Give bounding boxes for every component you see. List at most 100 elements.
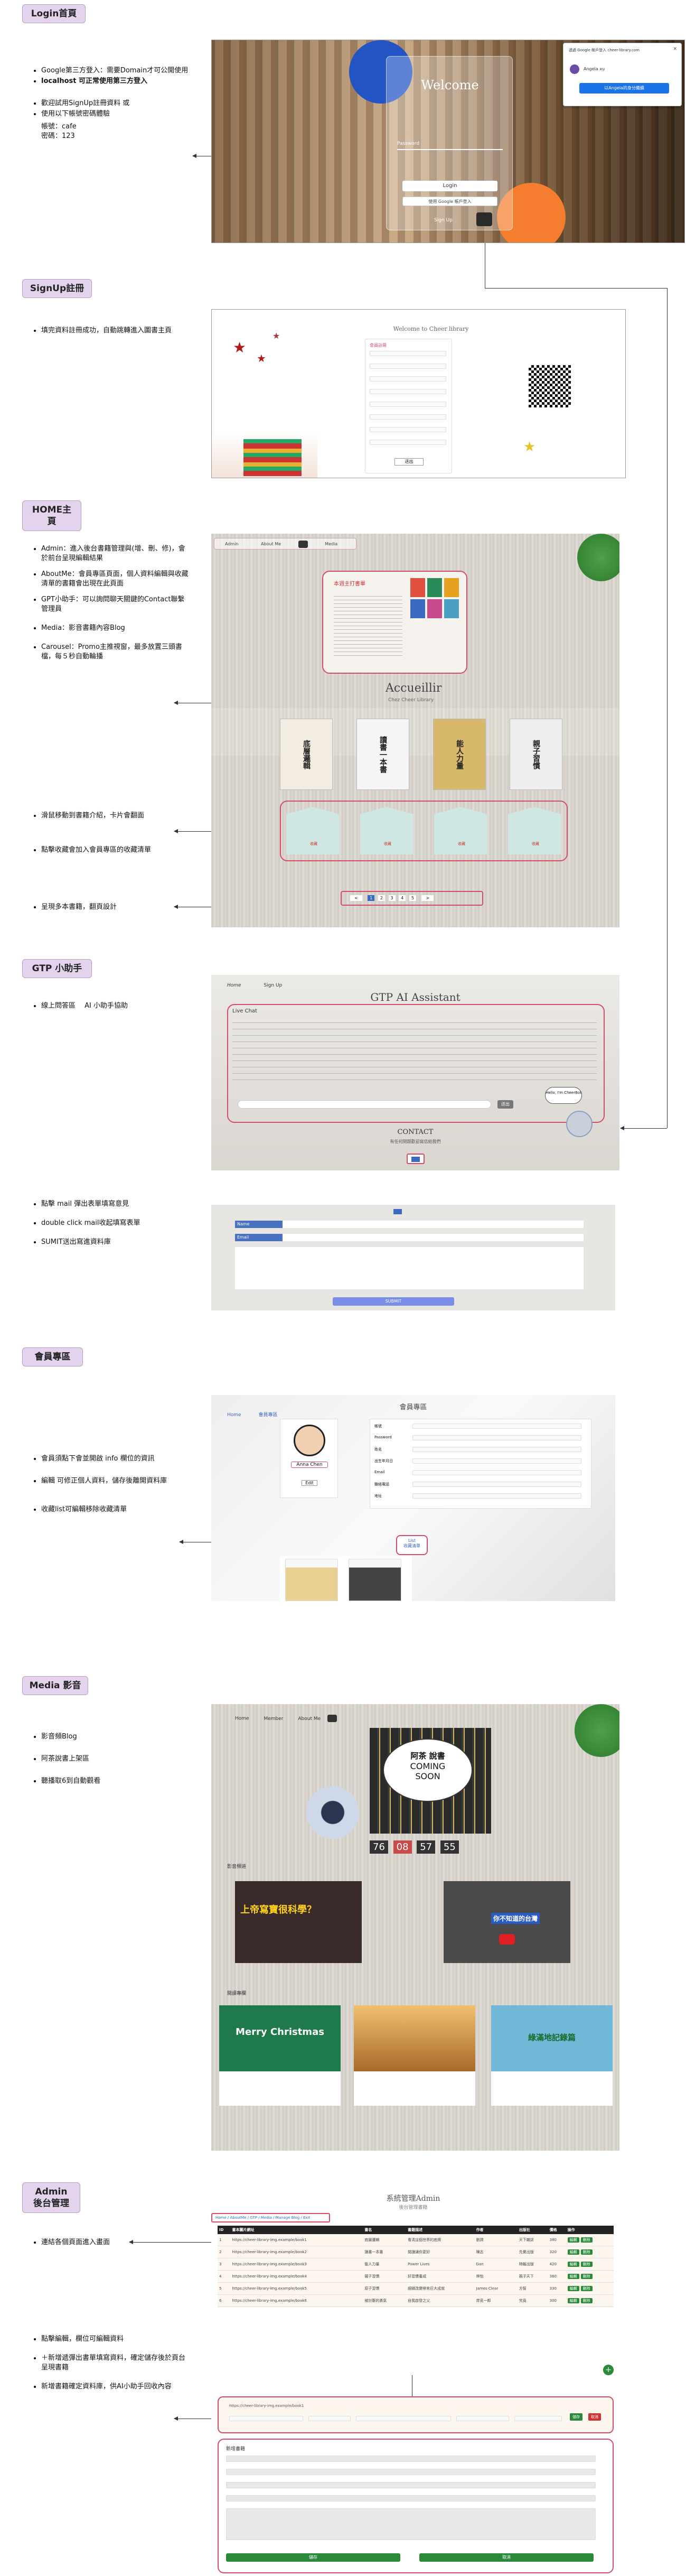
signup-link[interactable]: Sign Up	[434, 218, 453, 223]
chat-input[interactable]	[238, 1100, 491, 1109]
signup-field[interactable]	[370, 389, 446, 394]
signup-field[interactable]	[370, 402, 446, 407]
book-card[interactable]	[508, 807, 561, 854]
close-icon[interactable]: ✕	[673, 47, 677, 52]
breadcrumb-gtp[interactable]: GTP	[250, 2216, 257, 2220]
page-number[interactable]: 3	[388, 895, 396, 901]
name-input[interactable]	[283, 1221, 584, 1228]
send-button[interactable]: 送出	[497, 1100, 513, 1109]
info-field[interactable]	[412, 1493, 581, 1499]
signup-field[interactable]	[370, 364, 446, 369]
info-field[interactable]	[412, 1482, 581, 1487]
blog-card[interactable]: 綠滿地記錄篇	[491, 2005, 613, 2106]
signup-field[interactable]	[370, 351, 446, 356]
blog-card[interactable]: Merry Christmas	[219, 2005, 341, 2106]
book-card[interactable]	[360, 807, 413, 854]
cancel-button[interactable]: 取消	[588, 2413, 601, 2421]
favorite-item[interactable]	[349, 1559, 401, 1601]
delete-button[interactable]: 刪除	[580, 2274, 593, 2279]
form-cancel-button[interactable]: 取消	[419, 2553, 594, 2562]
book-icon[interactable]	[298, 540, 308, 548]
promo-carousel[interactable]: 本週主打書單	[322, 571, 467, 674]
breadcrumb-home[interactable]: Home	[215, 2216, 227, 2220]
info-field[interactable]	[412, 1458, 581, 1464]
signup-field[interactable]	[370, 376, 446, 382]
delete-button[interactable]: 刪除	[580, 2249, 593, 2255]
breadcrumb-aboutme[interactable]: AboutMe	[230, 2216, 246, 2220]
submit-button[interactable]: SUBMIT	[333, 1297, 454, 1306]
nav-about-me[interactable]: About Me	[261, 542, 281, 546]
form-field[interactable]	[226, 2508, 596, 2540]
info-field[interactable]	[412, 1424, 581, 1429]
page-next[interactable]: >	[421, 895, 434, 901]
info-field[interactable]	[412, 1447, 581, 1452]
edit-field[interactable]	[308, 2416, 351, 2421]
breadcrumb-blog[interactable]: Manage Blog	[276, 2216, 300, 2220]
book-icon[interactable]	[327, 1715, 337, 1722]
info-field[interactable]	[412, 1470, 581, 1475]
form-save-button[interactable]: 儲存	[226, 2553, 400, 2562]
nav-signup[interactable]: Sign Up	[264, 983, 282, 988]
login-button[interactable]: Login	[402, 181, 497, 191]
edit-button[interactable]: 編輯	[567, 2298, 579, 2303]
list-button[interactable]: List 收藏清單	[396, 1535, 428, 1555]
edit-button[interactable]: 編輯	[567, 2286, 579, 2291]
book-cover[interactable]: 能人力量	[433, 719, 486, 790]
page-number[interactable]: 4	[399, 895, 406, 901]
delete-button[interactable]: 刪除	[580, 2262, 593, 2267]
signup-field[interactable]	[370, 440, 446, 445]
form-field[interactable]	[226, 2469, 596, 2475]
favorite-button[interactable]: 收藏	[384, 841, 391, 847]
video-card[interactable]: 你不知道的台灣	[444, 1881, 570, 1963]
add-button[interactable]: +	[603, 2365, 614, 2375]
video-card[interactable]: 上帝寫寶很科學？	[235, 1881, 362, 1963]
page-prev[interactable]: <	[350, 895, 362, 901]
edit-button[interactable]: 編輯	[567, 2274, 579, 2279]
nav-home[interactable]: Home	[227, 983, 241, 988]
favorite-button[interactable]: 收藏	[310, 841, 317, 847]
nav-home[interactable]: Home	[227, 1412, 241, 1418]
nav-member[interactable]: 會員專區	[258, 1412, 277, 1418]
google-continue-button[interactable]: 以Angela的身分繼續	[579, 83, 669, 94]
mail-icon[interactable]	[393, 1209, 402, 1214]
edit-button[interactable]: Edit	[302, 1480, 317, 1486]
signup-field[interactable]	[370, 427, 446, 432]
form-field[interactable]	[226, 2456, 596, 2462]
password-field[interactable]	[397, 149, 503, 150]
book-card[interactable]	[286, 807, 339, 854]
page-number[interactable]: 5	[409, 895, 416, 901]
delete-button[interactable]: 刪除	[580, 2237, 593, 2243]
delete-button[interactable]: 刪除	[580, 2298, 593, 2303]
breadcrumb-exit[interactable]: Exit	[303, 2216, 310, 2220]
favorite-item[interactable]	[285, 1559, 338, 1601]
breadcrumb-media[interactable]: Media	[261, 2216, 272, 2220]
book-cover[interactable]: 讀書一本書	[356, 719, 409, 790]
favorite-button[interactable]: 收藏	[532, 841, 539, 847]
message-textarea[interactable]	[235, 1247, 584, 1289]
mail-icon[interactable]	[407, 1154, 425, 1164]
page-number[interactable]: 1	[368, 895, 375, 901]
google-login-button[interactable]: 使用 Google 帳戶登入	[402, 197, 497, 206]
play-icon[interactable]	[499, 1934, 515, 1945]
save-button[interactable]: 儲存	[570, 2413, 582, 2421]
edit-field[interactable]	[514, 2416, 562, 2421]
nav-home[interactable]: Home	[235, 1716, 249, 1722]
book-card[interactable]	[434, 807, 487, 854]
email-input[interactable]	[283, 1234, 584, 1241]
nav-media[interactable]: Media	[325, 542, 337, 546]
nav-about[interactable]: About Me	[298, 1716, 321, 1722]
nav-admin[interactable]: Admin	[225, 542, 239, 546]
signup-field[interactable]	[370, 414, 446, 420]
nav-member[interactable]: Member	[264, 1716, 283, 1722]
page-number[interactable]: 2	[378, 895, 385, 901]
edit-button[interactable]: 編輯	[567, 2237, 579, 2243]
info-field[interactable]	[412, 1435, 581, 1440]
form-field[interactable]	[226, 2482, 596, 2488]
delete-button[interactable]: 刪除	[580, 2286, 593, 2291]
edit-button[interactable]: 編輯	[567, 2249, 579, 2255]
form-field[interactable]	[226, 2495, 596, 2501]
book-cover[interactable]: 底層邏輯	[280, 719, 333, 790]
book-cover[interactable]: 親子習慣	[510, 719, 562, 790]
signup-submit-button[interactable]: 送出	[394, 458, 424, 466]
edit-field[interactable]	[229, 2416, 303, 2421]
